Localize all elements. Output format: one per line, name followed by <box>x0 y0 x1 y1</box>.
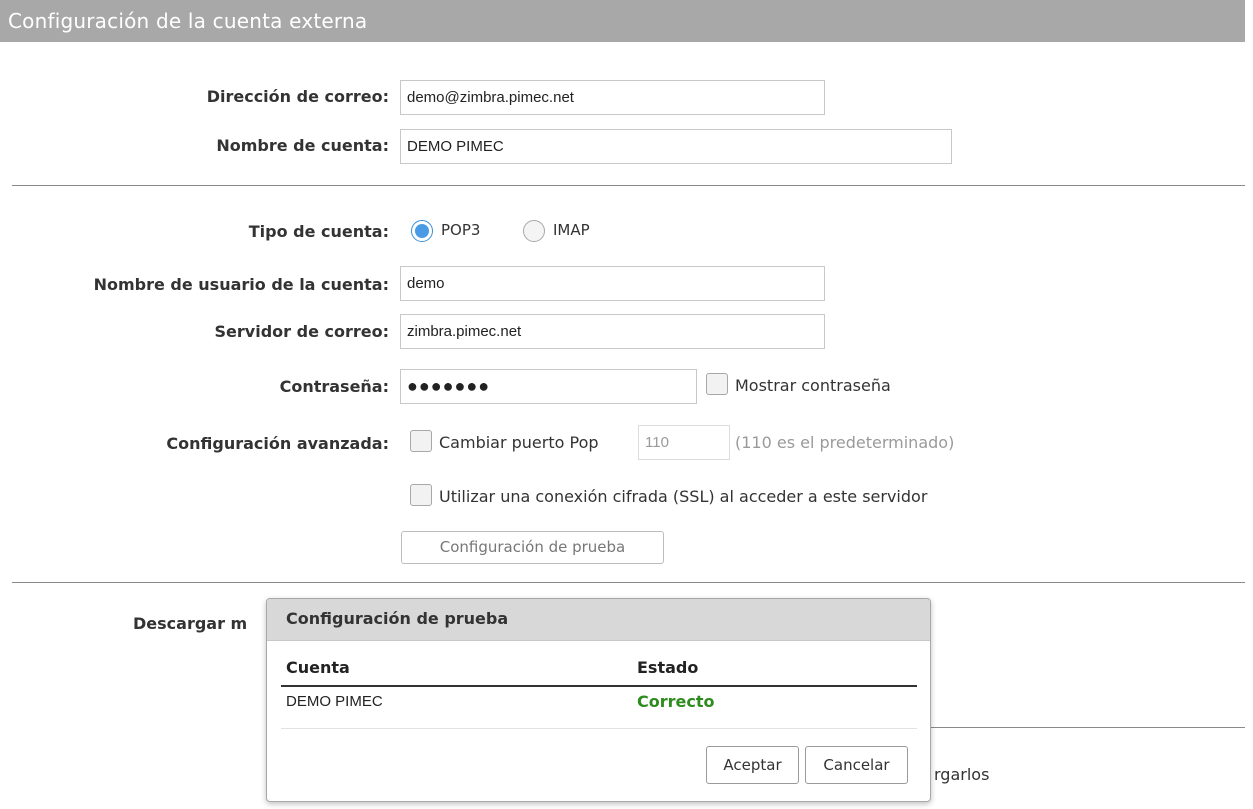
email-field[interactable]: demo@zimbra.pimec.net <box>400 80 825 115</box>
server-label: Servidor de correo: <box>214 322 389 341</box>
server-field[interactable]: zimbra.pimec.net <box>400 314 825 349</box>
password-field[interactable]: ●●●●●●● <box>400 369 697 404</box>
username-label: Nombre de usuario de la cuenta: <box>93 275 389 294</box>
username-field[interactable]: demo <box>400 266 825 301</box>
accept-button[interactable]: Aceptar <box>706 746 799 784</box>
test-settings-dialog: Configuración de prueba Cuenta Estado DE… <box>266 598 931 802</box>
pop3-radio[interactable] <box>411 220 433 242</box>
account-type-label: Tipo de cuenta: <box>248 222 389 241</box>
cancel-button[interactable]: Cancelar <box>805 746 908 784</box>
password-label: Contraseña: <box>279 377 389 396</box>
dialog-separator <box>281 728 917 729</box>
account-name-field[interactable]: DEMO PIMEC <box>400 129 952 164</box>
change-port-checkbox[interactable] <box>410 430 432 452</box>
divider <box>12 185 1245 186</box>
download-option-label: rgarlos <box>934 765 990 784</box>
port-hint: (110 es el predeterminado) <box>735 433 955 452</box>
show-password-label[interactable]: Mostrar contraseña <box>735 376 891 395</box>
test-settings-button[interactable]: Configuración de prueba <box>401 531 664 564</box>
account-name-label: Nombre de cuenta: <box>216 136 389 155</box>
ssl-label[interactable]: Utilizar una conexión cifrada (SSL) al a… <box>439 487 927 506</box>
imap-radio-label[interactable]: IMAP <box>553 221 590 239</box>
pop3-radio-label[interactable]: POP3 <box>441 221 480 239</box>
divider <box>930 727 1245 728</box>
show-password-checkbox[interactable] <box>706 373 728 395</box>
change-port-label[interactable]: Cambiar puerto Pop <box>439 433 599 452</box>
imap-radio[interactable] <box>523 220 545 242</box>
row-status: Correcto <box>637 692 715 711</box>
table-header-divider <box>281 685 917 687</box>
email-label: Dirección de correo: <box>206 87 389 106</box>
dialog-title: Configuración de prueba <box>267 599 930 641</box>
divider <box>12 582 1245 583</box>
page-header: Configuración de la cuenta externa <box>0 0 1245 42</box>
page-title: Configuración de la cuenta externa <box>8 9 368 33</box>
row-account: DEMO PIMEC <box>286 693 383 710</box>
port-field[interactable]: 110 <box>638 425 730 460</box>
column-header-status: Estado <box>637 658 699 677</box>
ssl-checkbox[interactable] <box>410 484 432 506</box>
column-header-account: Cuenta <box>286 658 350 677</box>
advanced-config-label: Configuración avanzada: <box>166 434 389 453</box>
download-messages-label: Descargar m <box>133 614 248 633</box>
